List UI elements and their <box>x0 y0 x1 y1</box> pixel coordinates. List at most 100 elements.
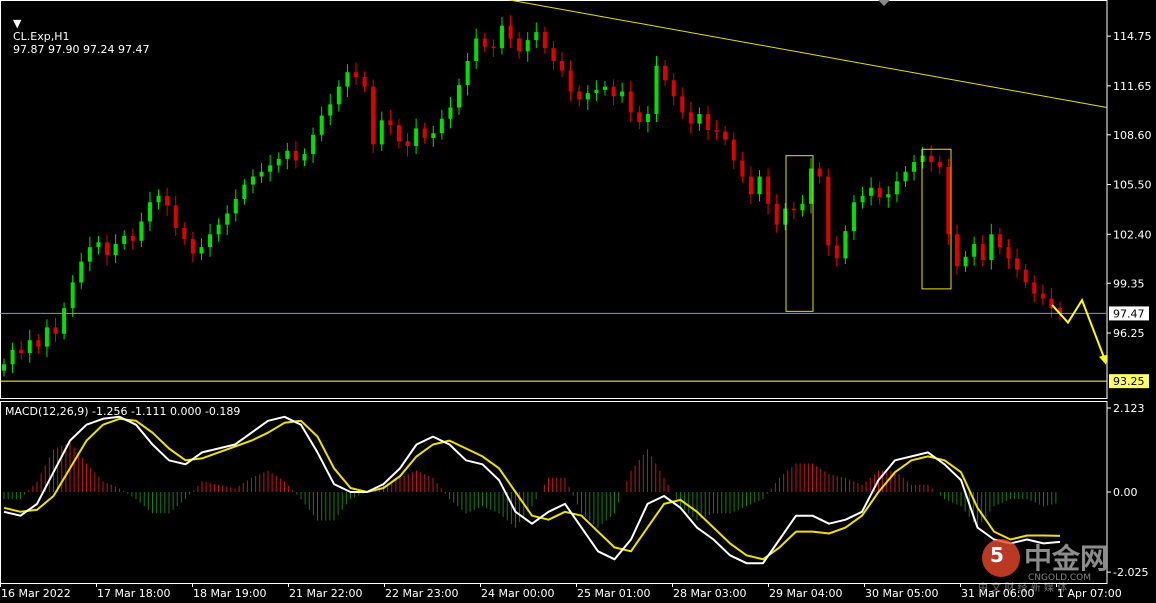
price-axis-label: 96.25 <box>1113 327 1145 340</box>
macd-axis-label: 2.123 <box>1113 402 1145 415</box>
candle-body <box>439 118 444 134</box>
candle-body <box>173 205 178 228</box>
candle-body <box>551 48 556 61</box>
candle-body <box>723 131 728 140</box>
candle-body <box>508 25 513 39</box>
candle-body <box>851 202 856 232</box>
time-axis-label: 22 Mar 23:00 <box>385 587 458 600</box>
time-axis-label: 28 Mar 03:00 <box>673 587 746 600</box>
macd-signal-line <box>3 417 1061 561</box>
candle-body <box>354 72 358 78</box>
candle-body <box>1015 258 1020 270</box>
candle-body <box>585 93 590 100</box>
candle-body <box>113 243 118 256</box>
candle-body <box>139 221 144 241</box>
candle-body <box>706 113 710 130</box>
macd-panel-frame <box>0 401 1108 584</box>
collapse-triangle-icon[interactable]: ▼ <box>13 17 21 30</box>
brand-tagline: 中 文 财 经 新 媒 体 <box>978 583 1068 594</box>
symbol-header: ▼ CL.Exp,H1 97.87 97.90 97.24 97.47 <box>6 4 149 56</box>
candle-body <box>328 104 333 116</box>
candle-body <box>757 176 762 195</box>
candle-body <box>929 155 934 163</box>
candle-body <box>147 202 152 222</box>
candle-body <box>903 171 908 182</box>
price-axis-label: 108.60 <box>1113 129 1152 142</box>
candle-body <box>87 247 92 262</box>
scroll-marker-icon <box>878 0 890 6</box>
candle-body <box>748 176 753 195</box>
candle-body <box>972 243 977 257</box>
candle-body <box>345 72 350 87</box>
candle-body <box>542 32 547 49</box>
candle-body <box>602 86 607 90</box>
trendline <box>506 0 1108 109</box>
candle-body <box>869 187 874 196</box>
candle-body <box>834 245 839 259</box>
candle-body <box>10 349 15 365</box>
candle-body <box>671 80 676 97</box>
candle-body <box>912 162 917 172</box>
candle-body <box>62 308 67 334</box>
price-axis-label: 102.40 <box>1113 228 1152 241</box>
macd-main-line <box>3 415 1061 565</box>
candle-body <box>208 234 213 248</box>
candle-body <box>2 364 6 371</box>
candle-body <box>336 86 341 105</box>
time-axis-label: 25 Mar 01:00 <box>577 587 650 600</box>
candle-body <box>474 38 479 61</box>
time-axis-label: 24 Mar 00:00 <box>481 587 554 600</box>
candle-body <box>27 340 32 354</box>
candle-body <box>482 38 487 47</box>
candle-body <box>199 247 204 254</box>
candle-body <box>448 107 453 119</box>
watermark: 5 中金网 CNGOLD.COM 中 文 财 经 新 媒 体 <box>978 533 1138 594</box>
candle-body <box>886 194 891 198</box>
price-axis-label: 105.50 <box>1113 179 1152 192</box>
candle-body <box>611 86 616 97</box>
candle-body <box>371 86 376 145</box>
candle-body <box>233 199 238 214</box>
candle-body <box>276 158 281 166</box>
candle-body <box>620 91 625 97</box>
candle-body <box>268 165 273 172</box>
candle-body <box>259 171 264 177</box>
candle-body <box>431 133 436 139</box>
candle-body <box>362 77 367 87</box>
candle-body <box>182 227 187 240</box>
candle-body <box>388 120 393 126</box>
support-label: 93.25 <box>1113 375 1145 388</box>
candle-body <box>560 60 565 71</box>
candle-body <box>920 155 925 163</box>
time-axis-label: 21 Mar 22:00 <box>289 587 362 600</box>
macd-axis-label: 0.00 <box>1113 486 1138 499</box>
candle-body <box>688 112 693 124</box>
candle-body <box>989 234 994 260</box>
candle-body <box>216 224 221 235</box>
candle-body <box>79 261 84 283</box>
candle-body <box>980 243 985 260</box>
price-axis-label: 99.35 <box>1113 277 1145 290</box>
time-axis-label: 16 Mar 2022 <box>1 587 71 600</box>
candle-body <box>1006 247 1011 259</box>
candle-body <box>568 70 573 92</box>
candle-body <box>577 91 582 100</box>
brand-logo-glyph: 5 <box>990 543 1004 567</box>
candle-body <box>645 113 650 122</box>
candle-body <box>791 208 796 211</box>
time-axis-label: 29 Mar 04:00 <box>769 587 842 600</box>
candle-body <box>843 231 848 259</box>
ohlc-values: 97.87 97.90 97.24 97.47 <box>13 43 150 56</box>
candle-body <box>293 150 298 161</box>
candle-body <box>414 128 419 147</box>
candle-body <box>894 181 899 195</box>
candle-body <box>396 125 401 142</box>
candle-body <box>525 40 530 52</box>
candle-body <box>465 60 470 86</box>
time-axis-label: 17 Mar 18:00 <box>97 587 170 600</box>
candle-body <box>654 65 659 114</box>
candle-body <box>766 176 771 204</box>
candle-body <box>122 235 127 244</box>
candle-body <box>302 154 307 161</box>
candle-body <box>491 46 496 49</box>
